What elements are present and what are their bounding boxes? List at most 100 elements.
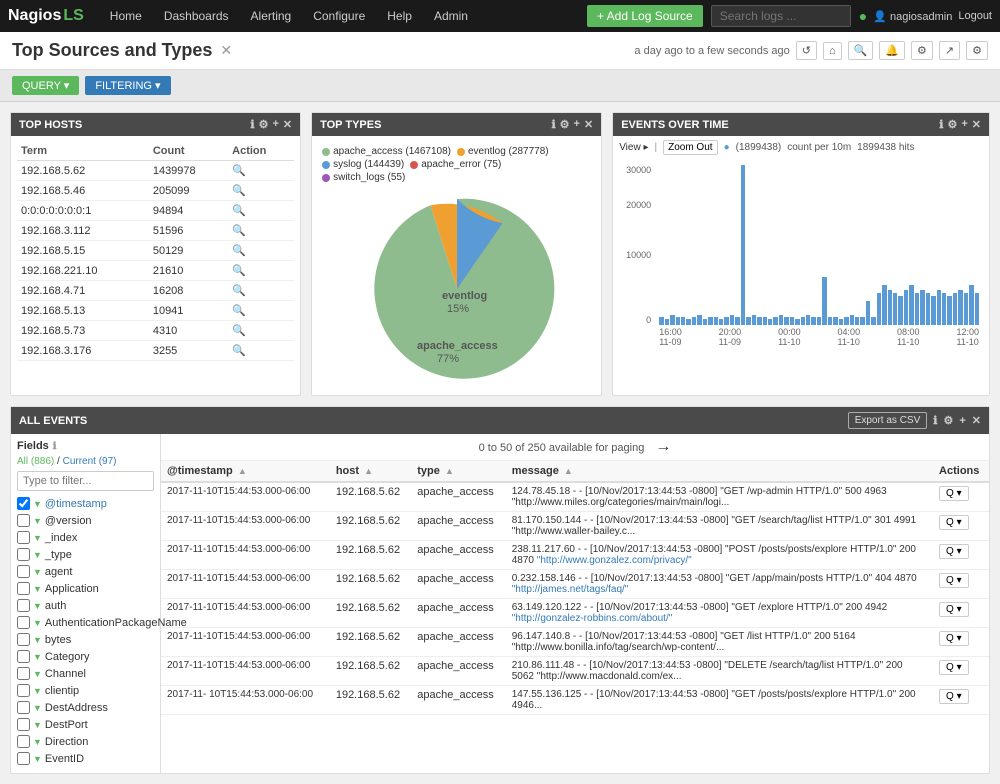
bar-item[interactable] xyxy=(659,317,663,325)
events-info2-icon[interactable]: ℹ xyxy=(933,414,937,427)
field-item[interactable]: ▼ AuthenticationPackageName xyxy=(17,614,154,631)
info-icon[interactable]: ℹ xyxy=(250,118,254,131)
bar-item[interactable] xyxy=(697,315,701,325)
field-checkbox[interactable] xyxy=(17,565,30,578)
field-checkbox[interactable] xyxy=(17,514,30,527)
nav-help[interactable]: Help xyxy=(377,3,422,29)
field-checkbox[interactable] xyxy=(17,582,30,595)
search-host-button[interactable]: 🔍 xyxy=(232,344,246,357)
search-host-button[interactable]: 🔍 xyxy=(232,184,246,197)
bar-item[interactable] xyxy=(877,293,881,325)
field-checkbox[interactable] xyxy=(17,599,30,612)
fields-info-icon[interactable]: ℹ xyxy=(53,441,57,452)
add-log-button[interactable]: + Add Log Source xyxy=(587,5,703,27)
bar-item[interactable] xyxy=(708,317,712,325)
refresh-button[interactable]: ↺ xyxy=(796,41,817,60)
view-label[interactable]: View ▸ xyxy=(619,142,648,153)
field-item[interactable]: ▼ Channel xyxy=(17,665,154,682)
export-csv-button[interactable]: Export as CSV xyxy=(848,412,928,429)
bar-item[interactable] xyxy=(926,293,930,325)
field-checkbox[interactable] xyxy=(17,633,30,646)
bar-item[interactable] xyxy=(904,290,908,325)
bar-item[interactable] xyxy=(898,296,902,325)
events-gear2-icon[interactable]: ⚙ xyxy=(943,414,953,427)
bar-item[interactable] xyxy=(752,315,756,325)
nav-alerting[interactable]: Alerting xyxy=(241,3,302,29)
field-item[interactable]: ▼ DestAddress xyxy=(17,699,154,716)
bar-item[interactable] xyxy=(686,319,690,325)
bar-item[interactable] xyxy=(801,317,805,325)
bar-item[interactable] xyxy=(676,317,680,325)
bar-item[interactable] xyxy=(773,317,777,325)
close-panel-icon[interactable]: ✕ xyxy=(283,118,292,131)
search-host-button[interactable]: 🔍 xyxy=(232,284,246,297)
bar-item[interactable] xyxy=(714,317,718,325)
events-close2-icon[interactable]: ✕ xyxy=(972,414,981,427)
field-item[interactable]: ▼ Application xyxy=(17,580,154,597)
search-host-button[interactable]: 🔍 xyxy=(232,224,246,237)
bar-item[interactable] xyxy=(790,317,794,325)
settings-button[interactable]: ⚙ xyxy=(911,41,933,60)
bar-item[interactable] xyxy=(811,317,815,325)
bar-item[interactable] xyxy=(953,293,957,325)
bar-item[interactable] xyxy=(920,290,924,325)
fields-current-link[interactable]: Current (97) xyxy=(63,456,117,467)
bar-item[interactable] xyxy=(746,317,750,325)
user-button[interactable]: 👤 nagiosadmin xyxy=(873,10,952,23)
query-button[interactable]: QUERY ▾ xyxy=(12,76,79,95)
field-item[interactable]: ▼ _index xyxy=(17,529,154,546)
bar-item[interactable] xyxy=(969,285,973,325)
bar-item[interactable] xyxy=(724,317,728,325)
col-timestamp[interactable]: @timestamp ▲ xyxy=(161,461,330,482)
share-button[interactable]: ↗ xyxy=(939,41,960,60)
fields-all-link[interactable]: All (886) xyxy=(17,456,54,467)
more-button[interactable]: ⚙ xyxy=(966,41,988,60)
search-host-button[interactable]: 🔍 xyxy=(232,244,246,257)
field-item[interactable]: ▼ DestPort xyxy=(17,716,154,733)
col-type[interactable]: type ▲ xyxy=(411,461,505,482)
bar-item[interactable] xyxy=(839,319,843,325)
bar-item[interactable] xyxy=(757,317,761,325)
field-checkbox[interactable] xyxy=(17,701,30,714)
bar-item[interactable] xyxy=(730,315,734,325)
field-item[interactable]: ▼ Direction xyxy=(17,733,154,750)
bar-item[interactable] xyxy=(909,285,913,325)
field-item[interactable]: ▼ @version xyxy=(17,512,154,529)
message-link[interactable]: "http://www.gonzalez.com/privacy/" xyxy=(537,555,692,566)
action-search-button[interactable]: Q ▾ xyxy=(939,486,969,501)
bar-item[interactable] xyxy=(703,319,707,325)
gear-icon[interactable]: ⚙ xyxy=(259,118,269,131)
bell-button[interactable]: 🔔 xyxy=(879,41,905,60)
bar-item[interactable] xyxy=(937,290,941,325)
logout-button[interactable]: Logout xyxy=(958,10,992,22)
bar-item[interactable] xyxy=(670,315,674,325)
bar-item[interactable] xyxy=(735,317,739,325)
bar-item[interactable] xyxy=(893,293,897,325)
fields-filter-input[interactable] xyxy=(17,471,154,491)
field-checkbox[interactable] xyxy=(17,548,30,561)
action-search-button[interactable]: Q ▾ xyxy=(939,631,969,646)
bar-item[interactable] xyxy=(964,293,968,325)
next-page-arrow[interactable]: → xyxy=(655,438,671,455)
message-link[interactable]: "http://james.net/tags/faq/" xyxy=(512,584,629,595)
bar-item[interactable] xyxy=(915,293,919,325)
field-checkbox[interactable] xyxy=(17,497,30,510)
bar-item[interactable] xyxy=(806,315,810,325)
search-host-button[interactable]: 🔍 xyxy=(232,264,246,277)
add-icon[interactable]: + xyxy=(272,118,278,131)
field-checkbox[interactable] xyxy=(17,684,30,697)
bar-item[interactable] xyxy=(784,317,788,325)
zoom-out-button[interactable]: Zoom Out xyxy=(663,140,717,155)
bar-item[interactable] xyxy=(665,319,669,325)
close-button[interactable]: ✕ xyxy=(220,42,232,59)
action-search-button[interactable]: Q ▾ xyxy=(939,689,969,704)
events-gear-icon[interactable]: ⚙ xyxy=(947,118,957,131)
field-item[interactable]: ▼ clientip xyxy=(17,682,154,699)
search-host-button[interactable]: 🔍 xyxy=(232,164,246,177)
events-info-icon[interactable]: ℹ xyxy=(939,118,943,131)
bar-item[interactable] xyxy=(850,315,854,325)
field-item[interactable]: ▼ EventID xyxy=(17,750,154,767)
field-checkbox[interactable] xyxy=(17,531,30,544)
col-message[interactable]: message ▲ xyxy=(506,461,933,482)
bar-item[interactable] xyxy=(741,165,745,325)
